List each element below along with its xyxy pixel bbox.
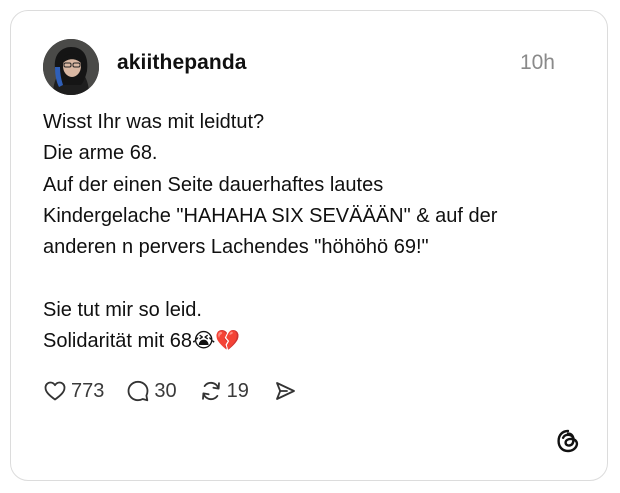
- like-count: 773: [71, 379, 105, 402]
- post-body: Wisst Ihr was mit leidtut? Die arme 68. …: [43, 107, 583, 357]
- username[interactable]: akiithepanda: [117, 51, 247, 75]
- action-bar: 773 30 19: [43, 377, 319, 405]
- avatar-image: [43, 39, 99, 95]
- post-body-line: Wisst Ihr was mit leidtut?: [43, 111, 265, 133]
- post-body-line: Sie tut mir so leid.: [43, 298, 202, 321]
- avatar[interactable]: [43, 39, 99, 95]
- post-body-line: [43, 263, 583, 294]
- threads-logo-icon: [555, 428, 581, 454]
- post-body-line: anderen n pervers Lachendes "höhöhö 69!": [43, 236, 429, 259]
- reply-count: 30: [154, 379, 177, 402]
- post-card: akiithepanda 10h Wisst Ihr was mit leidt…: [10, 10, 608, 481]
- post-body-line: Die arme 68.: [43, 142, 158, 165]
- post-body-line: Auf der einen Seite dauerhaftes lautes: [43, 173, 384, 196]
- post-body-line: Kindergelache "HAHAHA SIX SEVÄÄÄN" & auf…: [43, 204, 498, 227]
- post-body-line: Solidarität mit 68😭💔: [43, 330, 241, 353]
- repost-arrows-icon: [201, 381, 220, 401]
- like-button[interactable]: 773: [43, 379, 104, 403]
- repost-count: 19: [226, 379, 249, 402]
- heart-icon: [44, 381, 66, 401]
- post-timestamp: 10h: [519, 51, 555, 74]
- paper-plane-icon: [275, 382, 295, 400]
- repost-button[interactable]: 19: [199, 379, 249, 403]
- share-button[interactable]: [273, 379, 297, 403]
- reply-button[interactable]: 30: [126, 379, 177, 403]
- speech-bubble-icon: [127, 380, 149, 402]
